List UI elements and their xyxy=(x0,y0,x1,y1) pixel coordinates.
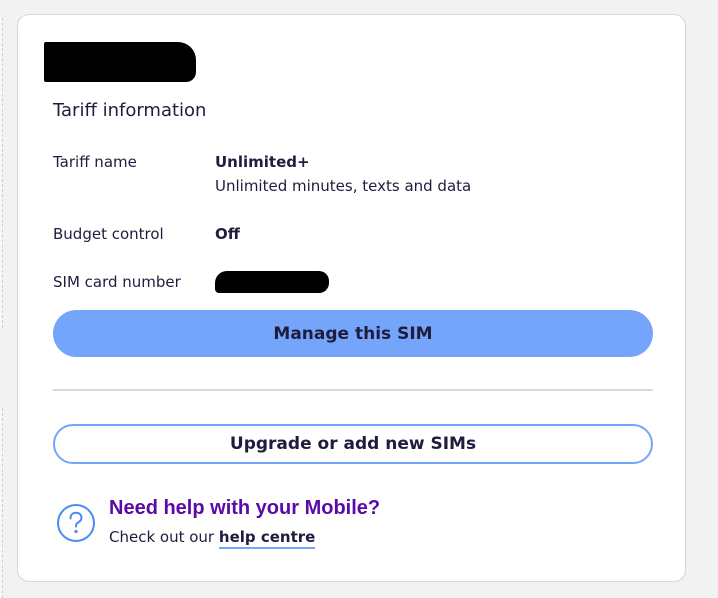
help-centre-link[interactable]: help centre xyxy=(218,528,316,549)
tariff-description: Unlimited minutes, texts and data xyxy=(215,177,472,195)
divider xyxy=(53,389,653,391)
budget-control-value: Off xyxy=(215,225,240,243)
sim-card-number-label: SIM card number xyxy=(53,273,181,291)
question-circle-icon xyxy=(57,504,95,542)
background-panel xyxy=(0,18,3,328)
help-title: Need help with your Mobile? xyxy=(109,497,381,519)
upgrade-sims-button[interactable]: Upgrade or add new SIMs xyxy=(53,424,653,464)
help-text-prefix: Check out our xyxy=(109,528,215,546)
background-panel xyxy=(0,408,3,598)
redacted-plan-name xyxy=(44,42,196,82)
manage-sim-button[interactable]: Manage this SIM xyxy=(53,310,653,357)
redacted-sim-number xyxy=(215,271,329,293)
help-text: Check out our help centre xyxy=(109,528,316,549)
budget-control-label: Budget control xyxy=(53,225,164,243)
tariff-name-value: Unlimited+ xyxy=(215,153,310,171)
tariff-name-label: Tariff name xyxy=(53,153,137,171)
section-title: Tariff information xyxy=(53,100,207,121)
tariff-card: Tariff information Tariff name Unlimited… xyxy=(17,14,686,582)
